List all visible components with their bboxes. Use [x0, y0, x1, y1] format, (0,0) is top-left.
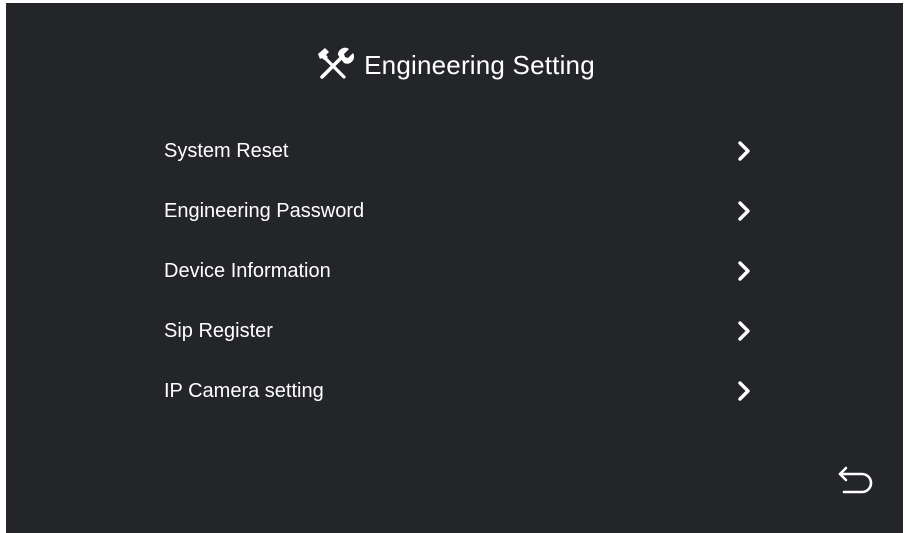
engineering-setting-screen: Engineering Setting System Reset Enginee… — [6, 3, 903, 533]
menu-item-label: Sip Register — [164, 319, 273, 342]
menu-item-device-information[interactable]: Device Information — [164, 241, 760, 301]
back-arrow-icon[interactable] — [834, 458, 878, 502]
tools-icon — [318, 47, 355, 79]
page-title: Engineering Setting — [364, 49, 595, 80]
menu-item-label: System Reset — [164, 139, 289, 162]
chevron-right-icon — [738, 321, 750, 341]
menu-item-system-reset[interactable]: System Reset — [164, 121, 760, 181]
chevron-right-icon — [738, 261, 750, 281]
engineering-menu: System Reset Engineering Password Device… — [164, 121, 760, 421]
menu-item-label: Engineering Password — [164, 199, 365, 222]
menu-item-engineering-password[interactable]: Engineering Password — [164, 181, 760, 241]
menu-item-label: IP Camera setting — [164, 379, 324, 402]
chevron-right-icon — [738, 141, 750, 161]
menu-item-label: Device Information — [164, 259, 331, 282]
chevron-right-icon — [738, 201, 750, 221]
menu-item-sip-register[interactable]: Sip Register — [164, 301, 760, 361]
chevron-right-icon — [738, 381, 750, 401]
page-header: Engineering Setting — [6, 43, 903, 87]
menu-item-ip-camera-setting[interactable]: IP Camera setting — [164, 361, 760, 421]
